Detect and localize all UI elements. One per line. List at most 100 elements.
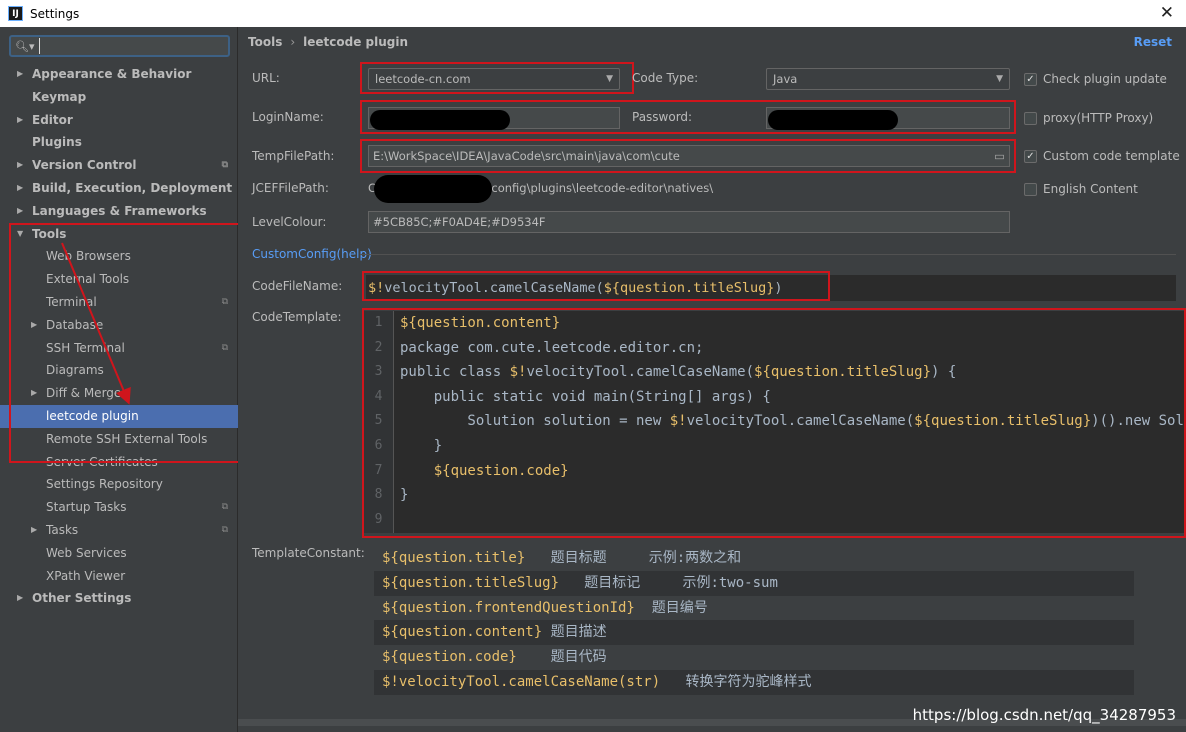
code-file-name-label: CodeFileName: <box>252 279 343 293</box>
line-number: 7 <box>374 462 383 478</box>
english-content-checkbox[interactable]: English Content <box>1024 182 1138 196</box>
checkbox-unchecked-icon <box>1024 111 1037 125</box>
template-constant-desc: 题目代码 <box>516 649 607 666</box>
template-constant-row: ${question.frontendQuestionId} 题目编号 <box>374 596 1134 621</box>
custom-template-checkbox[interactable]: ✓ Custom code template <box>1024 149 1180 163</box>
template-constant-row: ${question.title} 题目标题 示例:两数之和 <box>374 546 1134 571</box>
title-bar: IJ Settings ✕ <box>0 0 1186 27</box>
code-token: velocityTool.camelCaseName( <box>526 364 755 381</box>
breadcrumb: Tools › leetcode plugin <box>248 35 408 49</box>
code-token: ) { <box>931 364 957 381</box>
template-constant-row: ${question.code} 题目代码 <box>374 645 1134 670</box>
chevron-down-icon: ▼ <box>606 74 613 84</box>
template-constant-var: ${question.titleSlug} <box>382 574 560 591</box>
watermark-text: https://blog.csdn.net/qq_34287953 <box>912 706 1176 724</box>
template-constant-var: $!velocityTool.camelCaseName(str) <box>382 673 661 690</box>
code-token: ${question.content} <box>400 315 561 331</box>
line-number: 6 <box>374 437 383 453</box>
section-divider <box>360 254 1176 255</box>
codefile-prefix: $! <box>368 280 385 296</box>
url-combo[interactable]: leetcode-cn.com ▼ <box>368 68 620 90</box>
chevron-down-icon: ▼ <box>996 74 1003 84</box>
line-number: 5 <box>374 413 383 429</box>
code-template-label: CodeTemplate: <box>252 310 342 324</box>
template-constant-label: TemplateConstant: <box>252 546 365 560</box>
code-line: } <box>400 434 1186 459</box>
line-number: 2 <box>374 339 383 355</box>
template-constant-var: ${question.title} <box>382 550 526 566</box>
code-line: ${question.code} <box>400 459 1186 484</box>
level-colour-label: LevelColour: <box>252 215 327 229</box>
redaction-login <box>370 110 510 130</box>
code-file-name-input[interactable]: $!velocityTool.camelCaseName(${question.… <box>366 275 1176 301</box>
breadcrumb-separator: › <box>290 35 296 49</box>
codefile-suffix: ) <box>774 280 783 296</box>
check-plugin-update-checkbox[interactable]: ✓ Check plugin update <box>1024 72 1167 86</box>
annotation-arrow <box>61 242 131 405</box>
redaction-jcef <box>374 175 492 203</box>
template-constant-var: ${question.frontendQuestionId} <box>382 599 635 616</box>
codefile-var: ${question.titleSlug} <box>603 280 775 296</box>
check-plugin-update-label: Check plugin update <box>1043 72 1167 86</box>
jcef-path-label: JCEFFilePath: <box>252 181 329 195</box>
login-label: LoginName: <box>252 110 324 124</box>
settings-sidebar: 🔍︎▾ ▶ Appearance & Behavior Keymap ▶ Editor P… <box>0 27 240 732</box>
code-line: ${question.content} <box>400 311 1186 336</box>
checkbox-checked-icon: ✓ <box>1024 149 1037 163</box>
template-constant-var: ${question.code} <box>382 649 517 666</box>
intellij-icon: IJ <box>8 6 23 21</box>
code-token: )().new Solut <box>1091 413 1186 430</box>
code-line: public static void main(String[] args) { <box>400 385 1186 410</box>
checkbox-checked-icon: ✓ <box>1024 72 1037 86</box>
codefile-mid: velocityTool.camelCaseName( <box>384 280 604 296</box>
code-token: ${question.code} <box>433 462 569 479</box>
code-token: } <box>400 437 443 454</box>
line-number: 3 <box>374 364 383 380</box>
line-number: 1 <box>374 315 383 330</box>
code-type-label: Code Type: <box>632 71 699 85</box>
code-line: Solution solution = new $!velocityTool.c… <box>400 409 1186 434</box>
custom-config-help-link[interactable]: CustomConfig(help) <box>252 247 372 261</box>
code-line: } <box>400 483 1186 508</box>
url-value: leetcode-cn.com <box>375 72 471 86</box>
template-constant-row: ${question.content} 题目描述 <box>374 620 1134 646</box>
checkbox-unchecked-icon <box>1024 182 1037 196</box>
code-token: Solution solution = new <box>400 413 670 430</box>
settings-content: Tools › leetcode plugin Reset URL: leetcod… <box>238 27 1186 732</box>
proxy-checkbox[interactable]: proxy(HTTP Proxy) <box>1024 111 1153 125</box>
custom-template-label: Custom code template <box>1043 149 1180 163</box>
code-lines: ${question.content} package com.cute.leet… <box>400 311 1186 532</box>
close-icon[interactable]: ✕ <box>1160 3 1174 23</box>
proxy-label: proxy(HTTP Proxy) <box>1043 111 1154 125</box>
template-constant-desc: 题目标题 示例:两数之和 <box>525 550 742 566</box>
temp-path-value: E:\WorkSpace\IDEA\JavaCode\src\main\java… <box>373 149 680 163</box>
code-line: public class $!velocityTool.camelCaseNam… <box>400 360 1186 385</box>
code-type-value: Java <box>773 72 798 86</box>
temp-path-label: TempFilePath: <box>252 149 335 163</box>
reset-link[interactable]: Reset <box>1134 35 1172 49</box>
template-constant-var: ${question.content} <box>382 624 543 641</box>
template-constant-row: $!velocityTool.camelCaseName(str) 转换字符为驼… <box>374 669 1134 695</box>
template-constant-desc: 题目标记 示例:two-sum <box>559 574 778 591</box>
code-type-combo[interactable]: Java ▼ <box>766 68 1010 90</box>
line-number: 9 <box>374 511 383 527</box>
template-constant-desc: 转换字符为驼峰样式 <box>660 673 812 690</box>
temp-path-input[interactable]: E:\WorkSpace\IDEA\JavaCode\src\main\java… <box>368 145 1010 167</box>
redaction-password <box>768 110 898 130</box>
template-constants-list: ${question.title} 题目标题 示例:两数之和 ${question… <box>374 546 1134 695</box>
line-number: 8 <box>374 487 383 503</box>
template-constant-row: ${question.titleSlug} 题目标记 示例:two-sum <box>374 570 1134 596</box>
code-token: } <box>400 487 409 504</box>
line-number: 4 <box>374 388 383 404</box>
code-token: velocityTool.camelCaseName( <box>686 413 915 430</box>
folder-icon[interactable]: ▭ <box>994 146 1005 166</box>
code-token: package com.cute.leetcode.editor.cn; <box>400 339 704 356</box>
code-token: $! <box>509 364 527 381</box>
code-template-editor[interactable]: 1 2 3 4 5 6 7 8 9 ${question.content} package com… <box>364 311 1186 533</box>
level-colour-input[interactable]: #5CB85C;#F0AD4E;#D9534F <box>368 211 1010 233</box>
code-token: ${question.titleSlug} <box>754 364 932 381</box>
breadcrumb-parent[interactable]: Tools <box>248 35 282 49</box>
code-token: public class <box>400 364 510 381</box>
